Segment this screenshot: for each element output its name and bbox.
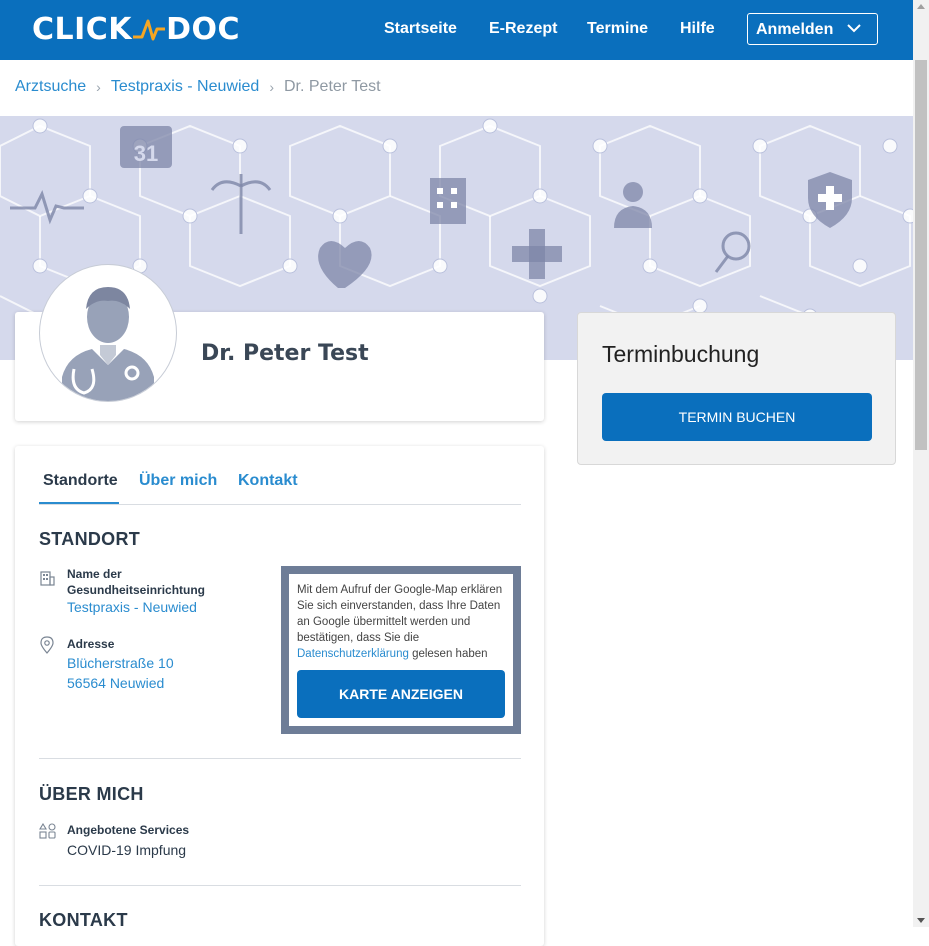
facility-label-line1: Name der — [67, 567, 122, 581]
map-consent-suffix: gelesen haben — [408, 648, 488, 660]
doctor-info-card: Standorte Über mich Kontakt STANDORT Nam… — [15, 446, 544, 946]
doctor-avatar-icon — [62, 287, 154, 401]
breadcrumb-current: Dr. Peter Test — [283, 78, 381, 95]
tab-ueber-mich[interactable]: Über mich — [139, 472, 217, 490]
google-map-consent-box: Mit dem Aufruf der Google-Map erklären S… — [281, 566, 521, 734]
nav-startseite[interactable]: Startseite — [384, 20, 457, 38]
login-label: Anmelden — [756, 21, 834, 38]
scrollbar-thumb[interactable] — [915, 60, 927, 450]
appointment-booking-card: Terminbuchung TERMIN BUCHEN — [577, 312, 896, 465]
nav-termine[interactable]: Termine — [587, 20, 648, 38]
breadcrumb: Arztsuche › Testpraxis - Neuwied › Dr. P… — [15, 78, 381, 96]
booking-title: Terminbuchung — [602, 341, 760, 367]
info-tabs: Standorte Über mich Kontakt — [39, 472, 521, 505]
services-icon — [39, 823, 56, 839]
services-label: Angebotene Services — [67, 823, 190, 837]
section-divider — [39, 885, 521, 886]
services-value: COVID-19 Impfung — [67, 842, 187, 858]
heartbeat-logo-icon — [133, 19, 166, 41]
breadcrumb-separator-icon: › — [269, 79, 274, 95]
map-consent-panel: Mit dem Aufruf der Google-Map erklären S… — [289, 574, 513, 726]
page-scrollbar[interactable] — [913, 0, 929, 927]
address-street-link[interactable]: Blücherstraße 10 — [67, 653, 174, 673]
address-city-link[interactable]: 56564 Neuwied — [67, 673, 164, 693]
show-map-button[interactable]: KARTE ANZEIGEN — [297, 670, 505, 718]
logo-text-click: CLICK — [32, 12, 133, 47]
scroll-down-arrow-icon[interactable] — [917, 918, 925, 923]
facility-link[interactable]: Testpraxis - Neuwied — [67, 597, 197, 617]
doctor-name: Dr. Peter Test — [201, 341, 369, 366]
active-tab-indicator — [39, 502, 119, 504]
login-dropdown-button[interactable]: Anmelden — [747, 13, 878, 45]
map-consent-text: Mit dem Aufruf der Google-Map erklären S… — [297, 582, 507, 662]
book-appointment-button[interactable]: TERMIN BUCHEN — [602, 393, 872, 441]
privacy-policy-link[interactable]: Datenschutzerklärung — [297, 648, 409, 660]
calendar-icon: 31 — [134, 141, 158, 166]
section-kontakt-heading: KONTAKT — [39, 910, 128, 930]
map-consent-body: Mit dem Aufruf der Google-Map erklären S… — [297, 584, 503, 644]
top-navigation-bar: CLICK DOC Startseite E-Rezept Termine Hi… — [0, 0, 913, 60]
tab-kontakt[interactable]: Kontakt — [238, 472, 298, 490]
doctor-avatar — [39, 264, 177, 402]
breadcrumb-practice[interactable]: Testpraxis - Neuwied — [111, 78, 260, 96]
facility-label: Name der Gesundheitseinrichtung — [67, 566, 205, 598]
nav-hilfe[interactable]: Hilfe — [680, 20, 715, 38]
breadcrumb-arztsuche[interactable]: Arztsuche — [15, 78, 86, 96]
logo-text-doc: DOC — [166, 12, 240, 47]
tab-standorte[interactable]: Standorte — [43, 472, 118, 490]
clickdoc-logo[interactable]: CLICK DOC — [32, 12, 240, 48]
address-label: Adresse — [67, 637, 115, 651]
breadcrumb-separator-icon: › — [96, 79, 101, 95]
nav-e-rezept[interactable]: E-Rezept — [489, 20, 557, 38]
building-icon — [40, 571, 55, 586]
facility-label-line2: Gesundheitseinrichtung — [67, 583, 206, 597]
section-ueber-mich-heading: ÜBER MICH — [39, 784, 144, 804]
section-standort-heading: STANDORT — [39, 529, 141, 549]
section-divider — [39, 758, 521, 759]
location-pin-icon — [40, 636, 54, 654]
chevron-down-icon — [847, 24, 861, 33]
scroll-up-arrow-icon[interactable] — [917, 4, 925, 9]
